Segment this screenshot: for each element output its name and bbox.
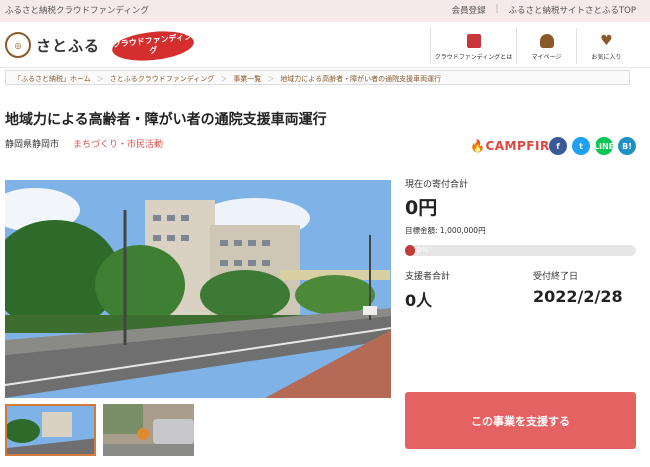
thumbnail-2[interactable] [103, 404, 194, 456]
top-links: 会員登録 | ふるさと納税サイトさとふるTOP [452, 4, 636, 16]
book-icon [466, 34, 481, 48]
user-icon [539, 34, 554, 48]
progress-fill [405, 245, 415, 256]
breadcrumb-separator: ＞ [96, 75, 104, 83]
breadcrumb-home[interactable]: 「ふるさと納税」ホーム [14, 74, 91, 84]
deadline-label: 受付終了日 [533, 272, 579, 282]
platform-name: CAMPFIRE [485, 139, 559, 153]
line-share-icon[interactable]: LINE [594, 137, 614, 155]
link-separator: | [495, 4, 499, 14]
project-category[interactable]: まちづくり・市民活動 [73, 137, 163, 150]
logo-text: さとふる [36, 36, 101, 55]
supporters-label: 支援者合計 [405, 272, 451, 282]
supporters-value: 0人 [405, 291, 433, 310]
logo-mark-icon: ◎ [5, 32, 31, 58]
nav-label: お気に入り [591, 54, 622, 61]
site-logo[interactable]: ◎ さとふる [5, 32, 100, 58]
satofull-top-link[interactable]: ふるさと納税サイトさとふるTOP [508, 4, 636, 16]
current-total-label: 現在の寄付合計 [405, 180, 469, 190]
header-nav: クラウドファンディングとは マイページ ♥ お気に入り [430, 28, 636, 64]
nav-about-crowdfunding[interactable]: クラウドファンディングとは [430, 28, 516, 64]
heart-icon: ♥ [600, 33, 613, 49]
breadcrumb-crowdfunding[interactable]: さとふるクラウドファンディング [110, 74, 215, 84]
deadline-value: 2022/2/28 [533, 287, 623, 306]
image-thumbnails [5, 404, 194, 456]
breadcrumb: 「ふるさと納税」ホーム ＞ さとふるクラウドファンディング ＞ 事業一覧 ＞ 地… [5, 70, 630, 85]
supporters-stat: 支援者合計 0人 [405, 269, 533, 311]
funding-panel: 現在の寄付合計 0円 目標金額: 1,000,000円 0% 支援者合計 0人 … [405, 177, 636, 311]
breadcrumb-separator: ＞ [220, 75, 228, 83]
campfire-logo: 🔥CAMPFIRE [470, 139, 559, 153]
crowdfunding-badge[interactable]: クラウドファンディング [110, 27, 196, 65]
nav-label: クラウドファンディングとは [434, 54, 513, 61]
register-link[interactable]: 会員登録 [452, 4, 486, 16]
hatena-share-icon[interactable]: B! [618, 137, 636, 155]
project-location: 静岡県静岡市 [5, 140, 60, 150]
share-buttons: f t LINE B! [549, 137, 636, 155]
breadcrumb-projects[interactable]: 事業一覧 [233, 74, 261, 84]
nav-mypage[interactable]: マイページ [516, 28, 576, 64]
deadline-stat: 受付終了日 2022/2/28 [533, 269, 636, 311]
thumbnail-1[interactable] [5, 404, 96, 456]
progress-percent: 0% [417, 246, 429, 254]
facebook-share-icon[interactable]: f [549, 137, 567, 155]
top-bar: ふるさと納税クラウドファンディング 会員登録 | ふるさと納税サイトさとふるTO… [0, 0, 650, 22]
site-tagline: ふるさと納税クラウドファンディング [5, 6, 149, 16]
support-project-button[interactable]: この事業を支援する [405, 392, 636, 449]
project-meta: 静岡県静岡市 まちづくり・市民活動 [5, 137, 163, 150]
nav-label: マイページ [531, 54, 562, 61]
twitter-share-icon[interactable]: t [572, 137, 590, 155]
breadcrumb-separator: ＞ [267, 75, 275, 83]
funding-stats: 支援者合計 0人 受付終了日 2022/2/28 [405, 269, 636, 311]
site-header: ◎ さとふる クラウドファンディング クラウドファンディングとは マイページ ♥… [0, 22, 650, 68]
project-main-image [5, 180, 391, 398]
nav-favorites[interactable]: ♥ お気に入り [576, 28, 636, 64]
breadcrumb-current: 地域力による高齢者・障がい者の通院支援車両運行 [280, 75, 442, 83]
funding-progress-bar: 0% [405, 245, 636, 256]
project-title: 地域力による高齢者・障がい者の通院支援車両運行 [5, 112, 327, 128]
goal-amount: 目標金額: 1,000,000円 [405, 226, 486, 235]
current-total-value: 0円 [405, 197, 438, 219]
